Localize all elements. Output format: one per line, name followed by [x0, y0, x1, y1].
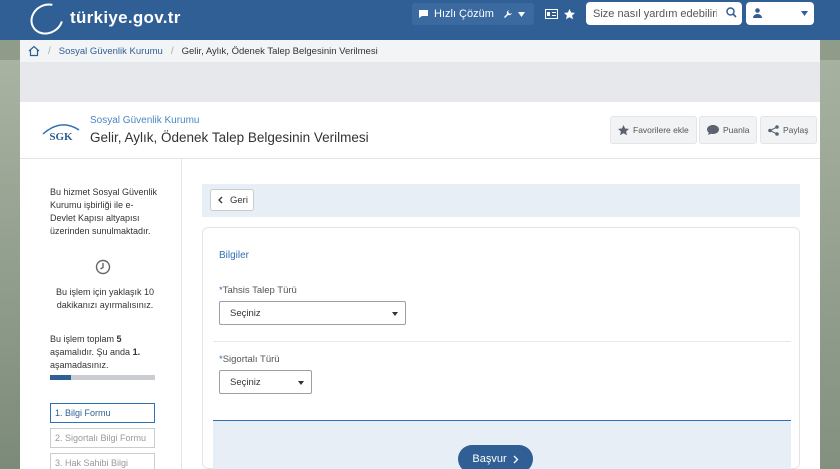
sidebar: Bu hizmet Sosyal Güvenlik Kurumu işbirli…: [20, 159, 182, 469]
quick-solution-label: Hızlı Çözüm: [434, 8, 494, 20]
share-icon: [768, 124, 779, 136]
breadcrumb-link-sgk[interactable]: Sosyal Güvenlik Kurumu: [59, 46, 163, 57]
breadcrumb-current: Gelir, Aylık, Ödenek Talep Belgesinin Ve…: [181, 45, 378, 57]
progress-text: Bu işlem toplam: [50, 334, 117, 344]
search-icon[interactable]: [726, 7, 737, 18]
logo-text: türkiye.gov.tr: [70, 8, 181, 27]
star-icon: [618, 124, 629, 135]
form-footer: Başvur: [213, 420, 791, 469]
info-line: üzerinden sunulmaktadır.: [50, 226, 151, 236]
breadcrumb: / Sosyal Güvenlik Kurumu / Gelir, Aylık,…: [20, 40, 820, 62]
select-value: Seçiniz: [230, 307, 261, 319]
rate-button[interactable]: Puanla: [699, 116, 758, 144]
time-line: Bu işlem için yaklaşık 10: [55, 287, 155, 297]
caret-down-icon: [518, 11, 525, 17]
back-label: Geri: [230, 194, 248, 206]
comment-icon: [707, 125, 719, 135]
progress-bar: [50, 375, 155, 380]
service-info-text: Bu hizmet Sosyal Güvenlik Kurumu işbirli…: [50, 186, 157, 238]
user-menu-button[interactable]: [746, 2, 814, 25]
turkiye-gov-logo[interactable]: türkiye.gov.tr: [24, 0, 180, 41]
time-line: dakikanızı ayırmalısınız.: [56, 300, 154, 310]
step-3-beneficiary-info[interactable]: 3. Hak Sahibi Bilgi: [50, 453, 155, 469]
search-box[interactable]: [586, 2, 742, 25]
pension-request-type-label: *Tahsis Talep Türü: [219, 285, 297, 296]
time-info-text: Bu işlem için yaklaşık 10 dakikanızı ayı…: [50, 286, 160, 312]
wrench-icon: [504, 10, 512, 18]
insured-type-select[interactable]: Seçiniz: [219, 370, 312, 394]
service-card: SGK Sosyal Güvenlik Kurumu Gelir, Aylık,…: [20, 102, 820, 469]
progress-text: aşamadasınız.: [50, 360, 109, 370]
apply-button[interactable]: Başvur: [458, 445, 533, 469]
share-button[interactable]: Paylaş: [760, 116, 817, 144]
insured-type-label: *Sigortalı Türü: [219, 354, 280, 365]
info-line: Devlet Kapısı altyapısı: [50, 213, 140, 223]
section-title: Bilgiler: [219, 250, 250, 261]
home-icon[interactable]: [28, 45, 40, 57]
chevron-right-icon: [513, 455, 519, 463]
caret-down-icon: [392, 312, 398, 316]
progress-info-text: Bu işlem toplam 5 aşamalıdır. Şu anda 1.…: [50, 333, 140, 372]
sgk-logo: SGK: [42, 124, 80, 143]
sgk-logo-text: SGK: [49, 131, 73, 143]
share-label: Paylaş: [783, 125, 809, 135]
add-favorite-button[interactable]: Favorilere ekle: [610, 116, 697, 144]
id-card-icon: [545, 9, 558, 19]
form-card: Bilgiler *Tahsis Talep Türü Seçiniz *Sig…: [202, 227, 800, 469]
rate-label: Puanla: [723, 125, 750, 135]
field-label-text: Tahsis Talep Türü: [222, 285, 297, 296]
back-bar: Geri: [202, 184, 800, 217]
breadcrumb-separator: /: [48, 45, 51, 57]
progress-bar-fill: [50, 375, 71, 380]
background-left: [0, 60, 20, 469]
breadcrumb-separator: /: [170, 45, 174, 57]
id-card-button[interactable]: [541, 3, 562, 25]
caret-down-icon: [298, 381, 304, 385]
logo-emblem: [24, 0, 70, 41]
progress-text: aşamalıdır. Şu anda: [50, 347, 133, 357]
user-icon: [753, 8, 762, 18]
top-header: türkiye.gov.tr Hızlı Çözüm: [0, 0, 840, 41]
field-label-text: Sigortalı Türü: [222, 354, 280, 365]
caret-down-icon: [801, 11, 808, 16]
tools-menu-button[interactable]: [494, 3, 534, 25]
apply-label: Başvur: [472, 453, 507, 465]
clock-icon: [95, 259, 111, 275]
back-button[interactable]: Geri: [210, 189, 254, 211]
divider: [213, 341, 791, 342]
background-right: [820, 60, 840, 469]
pension-request-type-select[interactable]: Seçiniz: [219, 301, 406, 325]
organization-name[interactable]: Sosyal Güvenlik Kurumu: [90, 115, 200, 126]
info-line: Bu hizmet Sosyal Güvenlik: [50, 187, 158, 197]
page-title: Gelir, Aylık, Ödenek Talep Belgesinin Ve…: [90, 130, 369, 145]
select-value: Seçiniz: [230, 376, 261, 388]
info-line: Kurumu işbirliği ile e-: [50, 200, 134, 210]
header-band: [20, 62, 820, 102]
step-1-info-form[interactable]: 1. Bilgi Formu: [50, 403, 155, 423]
favorites-button[interactable]: [562, 3, 577, 25]
star-icon: [564, 8, 575, 19]
quick-solution-button[interactable]: Hızlı Çözüm: [412, 3, 500, 25]
total-steps: 5: [116, 334, 122, 344]
chat-icon: [419, 10, 428, 18]
add-favorite-label: Favorilere ekle: [633, 125, 689, 135]
service-header: SGK Sosyal Güvenlik Kurumu Gelir, Aylık,…: [20, 102, 820, 159]
chevron-left-icon: [218, 196, 223, 204]
search-input[interactable]: [593, 7, 717, 20]
current-step: 1.: [132, 347, 141, 357]
step-2-insured-info-form[interactable]: 2. Sigortalı Bilgi Formu: [50, 428, 155, 448]
